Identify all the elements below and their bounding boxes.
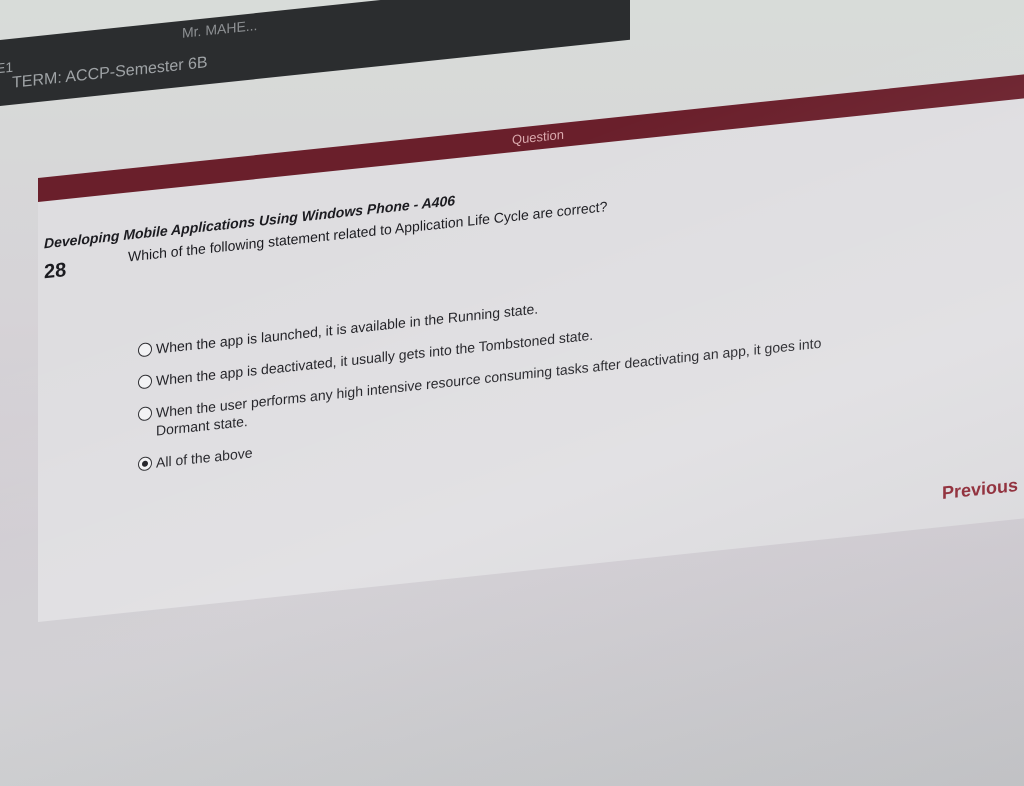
radio-button-selected-icon[interactable]: [138, 456, 152, 472]
exam-screen: E1 Mr. MAHE... TERM: ACCP-Semester 6B Qu…: [0, 0, 1024, 786]
radio-button-icon[interactable]: [138, 406, 152, 422]
question-header-title: Question: [511, 126, 565, 148]
answer-option-label: All of the above: [156, 444, 253, 471]
top-bar: E1 Mr. MAHE... TERM: ACCP-Semester 6B: [0, 0, 630, 108]
screen-photo: E1 Mr. MAHE... TERM: ACCP-Semester 6B Qu…: [0, 0, 1024, 786]
radio-button-icon[interactable]: [138, 342, 152, 358]
question-number: 28: [44, 259, 67, 284]
term-label: TERM: ACCP-Semester 6B: [12, 54, 208, 92]
question-panel: Question Developing Mobile Applications …: [38, 72, 1024, 623]
user-name: Mr. MAHE...: [182, 16, 258, 41]
radio-button-icon[interactable]: [138, 374, 152, 390]
previous-button[interactable]: Previous: [942, 475, 1018, 504]
answer-options: When the app is launched, it is availabl…: [138, 264, 878, 488]
question-header-bar: Question: [38, 72, 1024, 203]
